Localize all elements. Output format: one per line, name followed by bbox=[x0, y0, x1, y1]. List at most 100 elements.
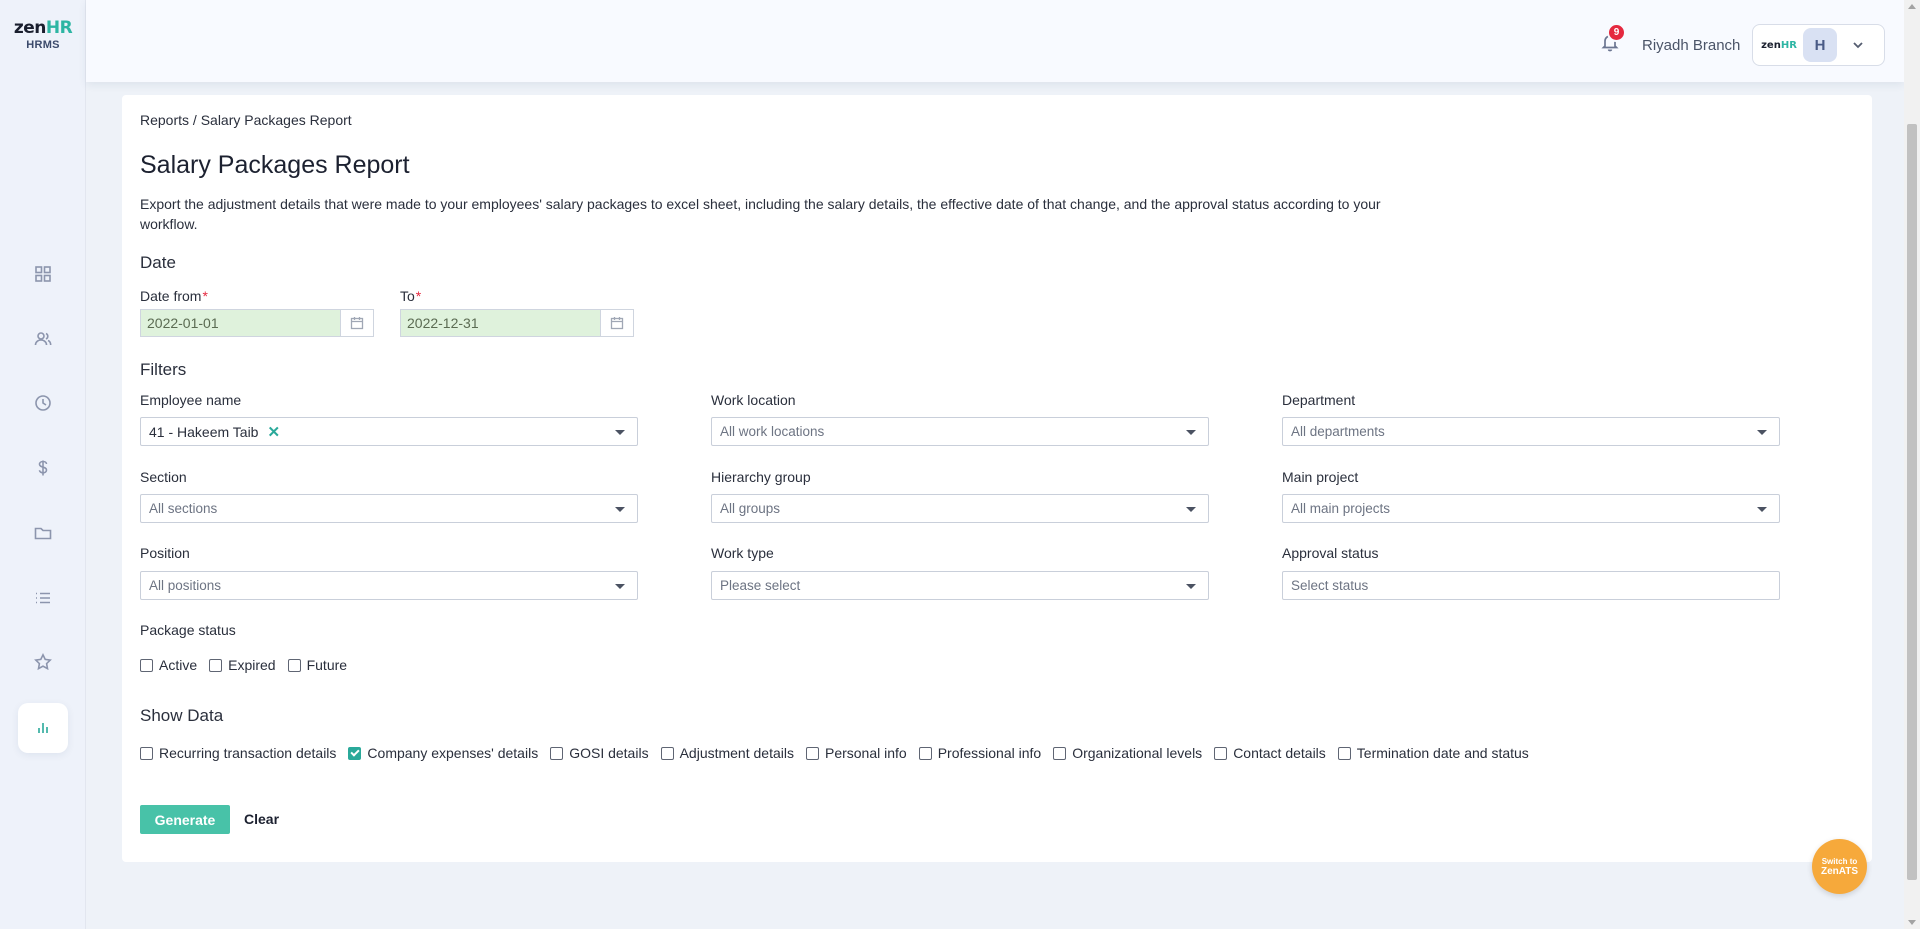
package-status-active[interactable]: Active bbox=[140, 657, 197, 673]
top-header bbox=[86, 0, 1904, 82]
date-to-calendar-button[interactable] bbox=[601, 310, 633, 336]
approval-status-placeholder: Select status bbox=[1291, 578, 1369, 593]
show-personal-info[interactable]: Personal info bbox=[805, 745, 907, 761]
selected-employee-text: 41 - Hakeem Taib bbox=[149, 423, 259, 440]
checkbox-label: Company expenses' details bbox=[367, 745, 539, 761]
star-icon bbox=[34, 652, 52, 671]
dropdown-arrow-icon bbox=[1186, 430, 1196, 435]
sidebar-item-lists[interactable] bbox=[18, 573, 68, 623]
sidebar-item-reports[interactable] bbox=[18, 703, 68, 753]
section-select[interactable]: All sections bbox=[140, 494, 638, 523]
date-from-field[interactable]: 2022-01-01 bbox=[140, 309, 374, 337]
scroll-down-arrow-icon[interactable] bbox=[1908, 920, 1916, 925]
company-account-switcher[interactable]: zen HR H bbox=[1752, 24, 1885, 66]
show-company-expenses-details[interactable]: Company expenses' details bbox=[348, 745, 538, 761]
position-select[interactable]: All positions bbox=[140, 571, 638, 600]
package-status-future[interactable]: Future bbox=[287, 657, 347, 673]
package-status-label: Package status bbox=[140, 622, 236, 638]
sidebar-item-attendance[interactable] bbox=[18, 378, 68, 428]
folder-icon bbox=[34, 527, 52, 540]
clear-button[interactable]: Clear bbox=[244, 811, 279, 827]
checkbox-label: Termination date and status bbox=[1356, 745, 1529, 761]
department-select[interactable]: All departments bbox=[1282, 417, 1780, 446]
work-type-label: Work type bbox=[711, 545, 774, 561]
checkbox[interactable] bbox=[918, 746, 932, 760]
date-from-value[interactable]: 2022-01-01 bbox=[141, 310, 341, 336]
calendar-icon bbox=[610, 317, 624, 330]
show-professional-info[interactable]: Professional info bbox=[918, 745, 1041, 761]
page-title: Salary Packages Report bbox=[140, 151, 410, 179]
sidebar-item-dashboard[interactable] bbox=[18, 249, 68, 299]
checkbox-checked[interactable] bbox=[348, 746, 362, 760]
page-scrollbar[interactable] bbox=[1904, 0, 1920, 929]
checkbox-label: Contact details bbox=[1233, 745, 1326, 761]
dropdown-arrow-icon bbox=[1186, 507, 1196, 512]
switch-ats-line2: ZenATS bbox=[1820, 865, 1859, 877]
show-termination-date-and-status[interactable]: Termination date and status bbox=[1337, 745, 1529, 761]
show-contact-details[interactable]: Contact details bbox=[1214, 745, 1326, 761]
department-label: Department bbox=[1282, 392, 1356, 408]
show-recurring-transaction-details[interactable]: Recurring transaction details bbox=[140, 745, 336, 761]
date-to-value[interactable]: 2022-12-31 bbox=[401, 310, 601, 336]
show-organizational-levels[interactable]: Organizational levels bbox=[1053, 745, 1202, 761]
checkbox[interactable] bbox=[209, 658, 223, 672]
dropdown-arrow-icon bbox=[1757, 430, 1767, 435]
scroll-thumb[interactable] bbox=[1907, 124, 1917, 880]
dropdown-arrow-icon bbox=[615, 430, 625, 435]
checkbox[interactable] bbox=[140, 658, 153, 672]
generate-button[interactable]: Generate bbox=[140, 805, 230, 834]
sidebar-item-documents[interactable] bbox=[18, 508, 68, 558]
logo-zen-text: zen bbox=[13, 18, 47, 38]
checkbox[interactable] bbox=[1214, 746, 1228, 760]
show-gosi-details[interactable]: GOSI details bbox=[550, 745, 649, 761]
company-logo-hr: HR bbox=[1780, 39, 1797, 51]
checkbox[interactable] bbox=[1337, 746, 1351, 760]
show-adjustment-details[interactable]: Adjustment details bbox=[660, 745, 794, 761]
dropdown-arrow-icon bbox=[615, 584, 625, 589]
checkbox-label: Recurring transaction details bbox=[159, 745, 337, 761]
selected-employee-chip: 41 - Hakeem Taib ✕ bbox=[149, 423, 280, 441]
checkbox-label: Active bbox=[159, 657, 198, 673]
show-data-section-title: Show Data bbox=[140, 706, 224, 725]
checkbox[interactable] bbox=[140, 746, 153, 760]
remove-employee-icon[interactable]: ✕ bbox=[267, 423, 280, 441]
switch-to-zenats-button[interactable]: Switch to ZenATS bbox=[1812, 839, 1867, 894]
date-from-label: Date from* bbox=[140, 288, 208, 304]
date-from-calendar-button[interactable] bbox=[341, 310, 373, 336]
employee-name-select[interactable]: 41 - Hakeem Taib ✕ bbox=[140, 417, 638, 446]
company-logo-zen: zen bbox=[1761, 39, 1781, 51]
package-status-expired[interactable]: Expired bbox=[209, 657, 276, 673]
sidebar-item-favorites[interactable] bbox=[18, 637, 68, 687]
work-location-select[interactable]: All work locations bbox=[711, 417, 1209, 446]
work-type-select[interactable]: Please select bbox=[711, 571, 1209, 600]
branch-name[interactable]: Riyadh Branch bbox=[1642, 37, 1740, 54]
logo-subtitle: HRMS bbox=[26, 39, 60, 51]
position-placeholder: All positions bbox=[149, 578, 222, 593]
breadcrumb[interactable]: Reports / Salary Packages Report bbox=[140, 112, 352, 128]
page-description: Export the adjustment details that were … bbox=[140, 196, 1381, 232]
chevron-down-icon bbox=[1851, 38, 1865, 52]
sidebar-item-payroll[interactable] bbox=[18, 443, 68, 493]
employee-name-label: Employee name bbox=[140, 392, 242, 408]
sidebar-item-employees[interactable] bbox=[18, 314, 68, 364]
required-mark: * bbox=[202, 288, 208, 304]
dropdown-arrow-icon bbox=[1757, 507, 1767, 512]
checkbox[interactable] bbox=[660, 746, 674, 760]
hierarchy-group-label: Hierarchy group bbox=[711, 469, 811, 485]
main-project-label: Main project bbox=[1282, 469, 1359, 485]
company-logo: zen HR bbox=[1759, 29, 1799, 61]
date-to-field[interactable]: 2022-12-31 bbox=[400, 309, 634, 337]
switch-ats-line1: Switch to bbox=[1821, 856, 1858, 866]
checkbox[interactable] bbox=[805, 746, 819, 760]
date-from-label-text: Date from bbox=[140, 288, 202, 304]
checkbox[interactable] bbox=[1053, 746, 1067, 760]
scroll-up-arrow-icon[interactable] bbox=[1908, 4, 1916, 9]
zenhr-logo[interactable]: zenHR HRMS bbox=[11, 18, 75, 51]
main-project-placeholder: All main projects bbox=[1291, 501, 1391, 516]
checkbox[interactable] bbox=[550, 746, 564, 760]
list-icon bbox=[36, 592, 50, 604]
hierarchy-group-select[interactable]: All groups bbox=[711, 494, 1209, 523]
checkbox[interactable] bbox=[287, 658, 301, 672]
approval-status-select[interactable]: Select status bbox=[1282, 571, 1780, 600]
main-project-select[interactable]: All main projects bbox=[1282, 494, 1780, 523]
